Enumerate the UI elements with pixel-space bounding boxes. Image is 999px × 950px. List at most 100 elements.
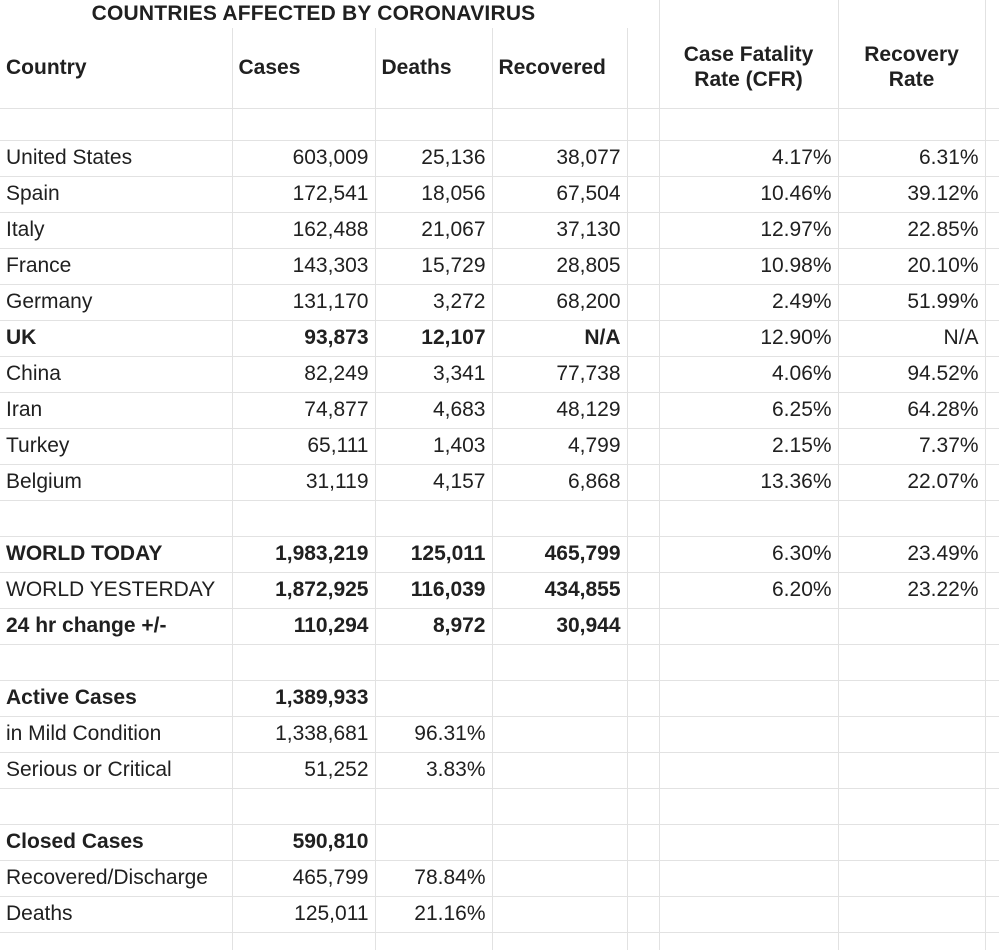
cell-spacer xyxy=(627,464,660,501)
blank-cell xyxy=(375,500,493,537)
column-header-country[interactable]: Country xyxy=(0,28,233,109)
cell-spacer xyxy=(627,320,660,357)
blank-cell xyxy=(375,644,493,681)
cell-world-yesterday-label: WORLD YESTERDAY xyxy=(0,572,233,609)
cell-tail xyxy=(985,428,999,465)
cell-recovered: 37,130 xyxy=(492,212,628,249)
cell-recovered: 4,799 xyxy=(492,428,628,465)
blank-cell xyxy=(838,644,986,681)
cell-spacer xyxy=(627,608,660,645)
blank-cell xyxy=(838,860,986,897)
cell-cfr: 2.49% xyxy=(659,284,839,321)
cell-cases: 172,541 xyxy=(232,176,376,213)
blank-cell xyxy=(659,896,839,933)
cell-cfr: 10.46% xyxy=(659,176,839,213)
cell-recovery-rate: 20.10% xyxy=(838,248,986,285)
blank-cell xyxy=(659,500,839,537)
cell-country: Germany xyxy=(0,284,233,321)
title-spacer-cell xyxy=(627,0,660,28)
cell-cfr: 12.90% xyxy=(659,320,839,357)
table-row[interactable]: Italy 162,488 21,067 37,130 12.97% 22.85… xyxy=(0,212,999,249)
title-tail-cell xyxy=(985,0,999,28)
cell-country: Belgium xyxy=(0,464,233,501)
column-header-recovered[interactable]: Recovered xyxy=(492,28,628,109)
blank-row-before-active-cases xyxy=(0,644,999,681)
blank-cell xyxy=(838,680,986,717)
cell-spacer xyxy=(627,212,660,249)
cell-deaths: 3,341 xyxy=(375,356,493,393)
blank-cell xyxy=(659,680,839,717)
active-cases-severe-row[interactable]: Serious or Critical 51,252 3.83% xyxy=(0,752,999,789)
blank-cell xyxy=(0,932,233,950)
blank-cell xyxy=(838,500,986,537)
blank-cell xyxy=(492,108,628,141)
blank-cell xyxy=(838,896,986,933)
blank-cell xyxy=(838,824,986,861)
column-header-cfr[interactable]: Case Fatality Rate (CFR) xyxy=(659,28,839,109)
closed-cases-recovered-row[interactable]: Recovered/Discharge 465,799 78.84% xyxy=(0,860,999,897)
blank-cell xyxy=(232,788,376,825)
active-cases-mild-row[interactable]: in Mild Condition 1,338,681 96.31% xyxy=(0,716,999,753)
cell-world-yesterday-recovered: 434,855 xyxy=(492,572,628,609)
blank-cell xyxy=(627,932,660,950)
cell-world-today-deaths: 125,011 xyxy=(375,536,493,573)
cell-recovery-rate: 6.31% xyxy=(838,140,986,177)
cell-country: Spain xyxy=(0,176,233,213)
cell-closed-deaths-label: Deaths xyxy=(0,896,233,933)
table-row[interactable]: United States 603,009 25,136 38,077 4.17… xyxy=(0,140,999,177)
table-row[interactable]: Turkey 65,111 1,403 4,799 2.15% 7.37% xyxy=(0,428,999,465)
cell-severe-label: Serious or Critical xyxy=(0,752,233,789)
closed-cases-total-row[interactable]: Closed Cases 590,810 xyxy=(0,824,999,861)
cell-spacer xyxy=(627,284,660,321)
cell-closed-cases-value: 590,810 xyxy=(232,824,376,861)
cell-cases: 31,119 xyxy=(232,464,376,501)
column-header-deaths[interactable]: Deaths xyxy=(375,28,493,109)
cell-spacer xyxy=(627,140,660,177)
cell-deaths: 1,403 xyxy=(375,428,493,465)
cell-severe-percent: 3.83% xyxy=(375,752,493,789)
blank-cell xyxy=(985,108,999,141)
cell-tail xyxy=(985,284,999,321)
coronavirus-table: COUNTRIES AFFECTED BY CORONAVIRUS Countr… xyxy=(0,0,999,950)
table-row-highlighted[interactable]: UK 93,873 12,107 N/A 12.90% N/A xyxy=(0,320,999,357)
title-row: COUNTRIES AFFECTED BY CORONAVIRUS xyxy=(0,0,999,28)
cell-deaths: 25,136 xyxy=(375,140,493,177)
column-header-recovery-line2: Rate xyxy=(888,67,935,91)
blank-cell xyxy=(492,896,628,933)
cell-world-today-label: WORLD TODAY xyxy=(0,536,233,573)
world-today-row[interactable]: WORLD TODAY 1,983,219 125,011 465,799 6.… xyxy=(0,536,999,573)
cell-world-today-recovery-rate: 23.49% xyxy=(838,536,986,573)
cell-world-yesterday-recovery-rate: 23.22% xyxy=(838,572,986,609)
table-row[interactable]: Iran 74,877 4,683 48,129 6.25% 64.28% xyxy=(0,392,999,429)
cell-closed-cases-percent xyxy=(375,824,493,861)
table-row[interactable]: Belgium 31,119 4,157 6,868 13.36% 22.07% xyxy=(0,464,999,501)
cell-spacer xyxy=(627,752,660,789)
table-row[interactable]: Germany 131,170 3,272 68,200 2.49% 51.99… xyxy=(0,284,999,321)
column-header-cases[interactable]: Cases xyxy=(232,28,376,109)
cell-cases: 131,170 xyxy=(232,284,376,321)
cell-active-cases-label: Active Cases xyxy=(0,680,233,717)
column-header-spacer xyxy=(627,28,660,109)
cell-tail xyxy=(985,824,999,861)
blank-cell xyxy=(985,644,999,681)
cell-tail xyxy=(985,572,999,609)
table-row[interactable]: Spain 172,541 18,056 67,504 10.46% 39.12… xyxy=(0,176,999,213)
active-cases-total-row[interactable]: Active Cases 1,389,933 xyxy=(0,680,999,717)
world-yesterday-row[interactable]: WORLD YESTERDAY 1,872,925 116,039 434,85… xyxy=(0,572,999,609)
cell-recovery-rate: 64.28% xyxy=(838,392,986,429)
world-change-row[interactable]: 24 hr change +/- 110,294 8,972 30,944 xyxy=(0,608,999,645)
closed-cases-deaths-row[interactable]: Deaths 125,011 21.16% xyxy=(0,896,999,933)
table-row[interactable]: France 143,303 15,729 28,805 10.98% 20.1… xyxy=(0,248,999,285)
column-header-recovery-rate[interactable]: Recovery Rate xyxy=(838,28,986,109)
cell-recovered: N/A xyxy=(492,320,628,357)
cell-spacer xyxy=(627,824,660,861)
cell-cfr: 13.36% xyxy=(659,464,839,501)
blank-row-after-header xyxy=(0,108,999,141)
blank-cell xyxy=(492,752,628,789)
cell-tail xyxy=(985,752,999,789)
cell-cases: 603,009 xyxy=(232,140,376,177)
cell-tail xyxy=(985,320,999,357)
table-row[interactable]: China 82,249 3,341 77,738 4.06% 94.52% xyxy=(0,356,999,393)
blank-cell xyxy=(627,500,660,537)
cell-severe-value: 51,252 xyxy=(232,752,376,789)
